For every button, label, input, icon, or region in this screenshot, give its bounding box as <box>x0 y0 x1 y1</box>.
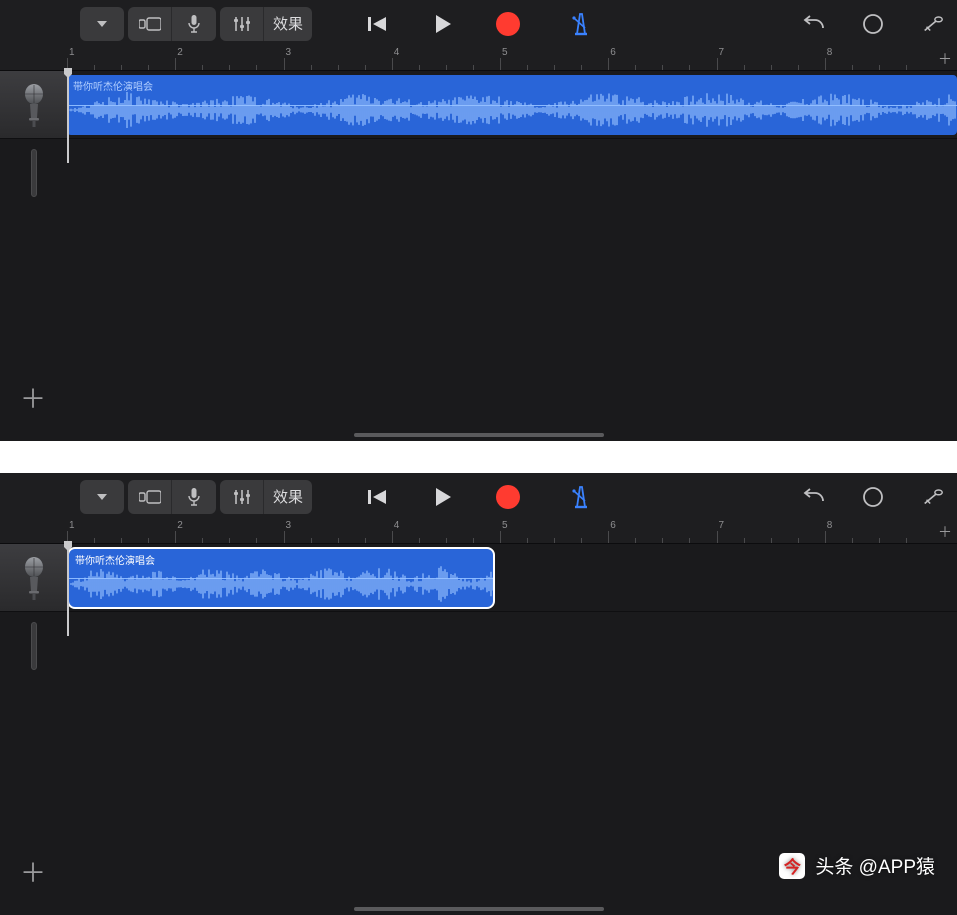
mixer-button[interactable] <box>220 480 264 514</box>
undo-button[interactable] <box>801 12 825 36</box>
add-section-button[interactable]: ＋ <box>933 520 957 543</box>
play-button[interactable] <box>430 11 456 37</box>
rewind-button[interactable] <box>364 484 390 510</box>
undo-button[interactable] <box>801 485 825 509</box>
play-button[interactable] <box>430 484 456 510</box>
view-dropdown-button[interactable] <box>80 480 124 514</box>
record-button[interactable] <box>496 12 520 36</box>
fx-group: 效果 <box>220 7 312 41</box>
settings-button[interactable] <box>921 12 945 36</box>
transport-controls <box>364 484 594 510</box>
watermark-text: 头条 @APP猿 <box>815 852 935 879</box>
view-dropdown-button[interactable] <box>80 7 124 41</box>
add-track-button[interactable]: ＋ <box>17 381 49 413</box>
track-lane-1[interactable]: 带你听杰伦演唱会 <box>67 71 957 138</box>
right-toolbar <box>801 485 945 509</box>
track-row-1: 带你听杰伦演唱会 <box>0 71 957 139</box>
track-volume-slot[interactable] <box>0 139 67 207</box>
track-header-mic[interactable] <box>0 544 67 611</box>
track-segments <box>128 480 216 514</box>
bottom-handle[interactable] <box>354 907 604 911</box>
audio-region-1[interactable]: 带你听杰伦演唱会 <box>67 547 495 609</box>
track-display-button[interactable] <box>128 480 172 514</box>
metronome-button[interactable] <box>568 484 594 510</box>
rewind-button[interactable] <box>364 11 390 37</box>
track-volume-slot[interactable] <box>0 612 67 680</box>
editor-panel-1: 效果 123456 <box>0 0 957 441</box>
add-section-button[interactable]: ＋ <box>933 47 957 70</box>
track-lane-1[interactable]: 带你听杰伦演唱会 <box>67 544 957 611</box>
playhead[interactable] <box>67 71 69 163</box>
metronome-button[interactable] <box>568 11 594 37</box>
fx-group: 效果 <box>220 480 312 514</box>
ruler-gutter <box>0 47 67 70</box>
bottom-handle[interactable] <box>354 433 604 437</box>
toolbar: 效果 <box>0 473 957 520</box>
watermark-logo: 今 <box>779 853 805 879</box>
microphone-button[interactable] <box>172 7 216 41</box>
timeline-ruler[interactable]: 12345678 <box>67 520 933 543</box>
ruler-row: 12345678 ＋ <box>0 520 957 544</box>
tracks-area: 带你听杰伦演唱会 ＋ <box>0 71 957 441</box>
ruler-row: 12345678 ＋ <box>0 47 957 71</box>
fx-label[interactable]: 效果 <box>264 480 312 514</box>
track-row-1: 带你听杰伦演唱会 <box>0 544 957 612</box>
track-display-button[interactable] <box>128 7 172 41</box>
mixer-button[interactable] <box>220 7 264 41</box>
loop-button[interactable] <box>861 485 885 509</box>
timeline-ruler[interactable]: 12345678 <box>67 47 933 70</box>
fx-label[interactable]: 效果 <box>264 7 312 41</box>
editor-panel-2: 效果 12345678 ＋ <box>0 473 957 915</box>
watermark: 今 头条 @APP猿 <box>779 852 935 879</box>
track-segments <box>128 7 216 41</box>
transport-controls <box>364 11 594 37</box>
add-track-button[interactable]: ＋ <box>17 855 49 887</box>
audio-region-1[interactable]: 带你听杰伦演唱会 <box>67 75 957 135</box>
settings-button[interactable] <box>921 485 945 509</box>
right-toolbar <box>801 12 945 36</box>
playhead[interactable] <box>67 544 69 636</box>
waveform <box>67 91 957 129</box>
waveform <box>69 565 495 603</box>
track-header-mic[interactable] <box>0 71 67 138</box>
toolbar: 效果 <box>0 0 957 47</box>
record-button[interactable] <box>496 485 520 509</box>
microphone-button[interactable] <box>172 480 216 514</box>
ruler-gutter <box>0 520 67 543</box>
loop-button[interactable] <box>861 12 885 36</box>
